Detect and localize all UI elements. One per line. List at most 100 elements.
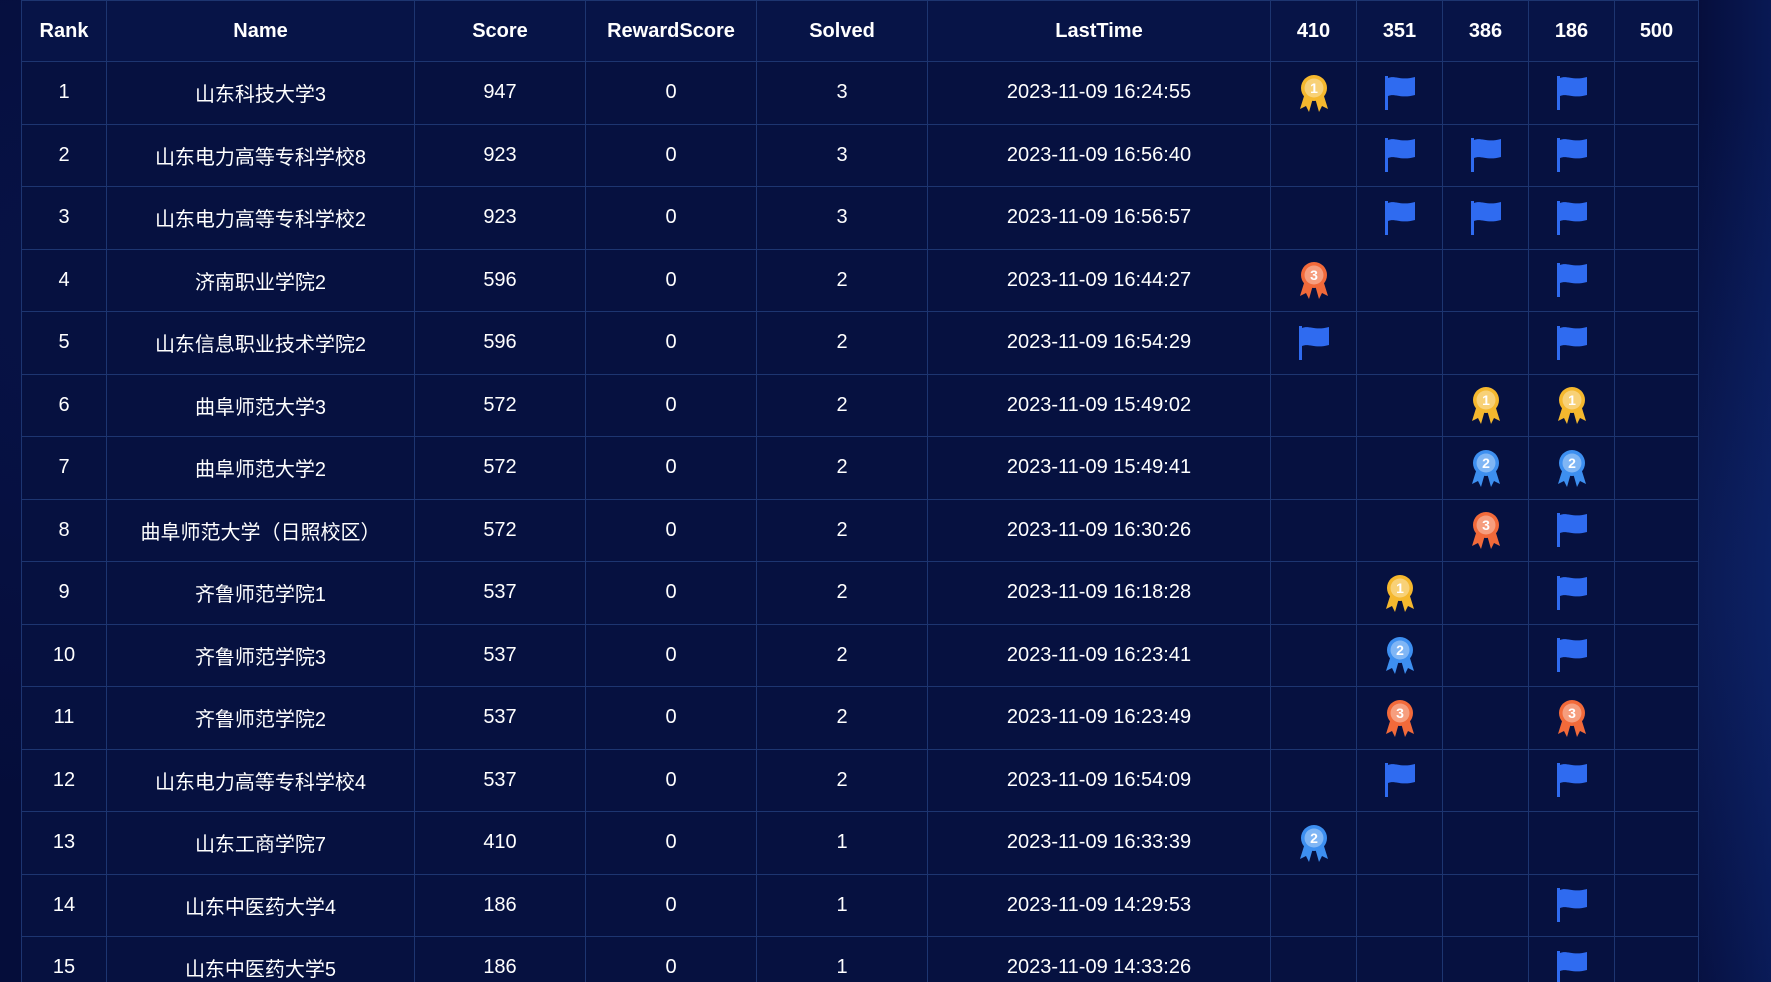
solved-cell: 1 xyxy=(756,873,928,937)
problem-cell-186 xyxy=(1528,748,1615,812)
team-name-cell: 山东电力高等专科学校2 xyxy=(106,186,415,250)
problem-cell-500 xyxy=(1614,811,1699,875)
table-row[interactable]: 14 山东中医药大学4 186 0 1 2023-11-09 14:29:53 xyxy=(21,873,1699,937)
problem-cell-500 xyxy=(1614,561,1699,625)
team-name-cell: 山东中医药大学5 xyxy=(106,936,415,982)
last-time-cell: 2023-11-09 14:33:26 xyxy=(927,936,1271,982)
last-time-cell: 2023-11-09 16:23:41 xyxy=(927,623,1271,687)
table-row[interactable]: 6 曲阜师范大学3 572 0 2 2023-11-09 15:49:02 1 1 xyxy=(21,373,1699,437)
problem-cell-386 xyxy=(1442,748,1529,812)
flag-icon xyxy=(1530,199,1614,237)
table-row[interactable]: 11 齐鲁师范学院2 537 0 2 2023-11-09 16:23:49 3 3 xyxy=(21,686,1699,750)
column-header-problem-410[interactable]: 410 xyxy=(1270,0,1357,62)
flag-icon xyxy=(1358,136,1442,174)
table-row[interactable]: 15 山东中医药大学5 186 0 1 2023-11-09 14:33:26 xyxy=(21,936,1699,982)
column-header-last-time[interactable]: LastTime xyxy=(927,0,1271,62)
column-header-solved[interactable]: Solved xyxy=(756,0,928,62)
flag-icon xyxy=(1530,949,1614,982)
team-name-cell: 济南职业学院2 xyxy=(106,248,415,312)
problem-cell-386: 3 xyxy=(1442,498,1529,562)
column-header-problem-186[interactable]: 186 xyxy=(1528,0,1615,62)
table-row[interactable]: 13 山东工商学院7 410 0 1 2023-11-09 16:33:39 2 xyxy=(21,811,1699,875)
team-name-cell: 山东中医药大学4 xyxy=(106,873,415,937)
table-row[interactable]: 2 山东电力高等专科学校8 923 0 3 2023-11-09 16:56:40 xyxy=(21,123,1699,187)
last-time-cell: 2023-11-09 16:56:40 xyxy=(927,123,1271,187)
last-time-cell: 2023-11-09 16:24:55 xyxy=(927,61,1271,125)
svg-text:2: 2 xyxy=(1396,642,1404,658)
score-cell: 572 xyxy=(414,436,586,500)
problem-cell-500 xyxy=(1614,186,1699,250)
column-header-name[interactable]: Name xyxy=(106,0,415,62)
problem-cell-186: 2 xyxy=(1528,436,1615,500)
problem-cell-500 xyxy=(1614,748,1699,812)
solved-cell: 2 xyxy=(756,311,928,375)
flag-icon xyxy=(1358,761,1442,799)
table-row[interactable]: 1 山东科技大学3 947 0 3 2023-11-09 16:24:55 1 xyxy=(21,61,1699,125)
problem-cell-351 xyxy=(1356,498,1443,562)
table-row[interactable]: 4 济南职业学院2 596 0 2 2023-11-09 16:44:27 3 xyxy=(21,248,1699,312)
score-cell: 410 xyxy=(414,811,586,875)
problem-cell-351 xyxy=(1356,811,1443,875)
table-row[interactable]: 10 齐鲁师范学院3 537 0 2 2023-11-09 16:23:41 2 xyxy=(21,623,1699,687)
reward-score-cell: 0 xyxy=(585,498,757,562)
reward-score-cell: 0 xyxy=(585,248,757,312)
rank-cell: 14 xyxy=(21,873,107,937)
flag-icon xyxy=(1530,761,1614,799)
problem-cell-386 xyxy=(1442,123,1529,187)
problem-cell-186: 3 xyxy=(1528,686,1615,750)
problem-cell-500 xyxy=(1614,623,1699,687)
table-row[interactable]: 7 曲阜师范大学2 572 0 2 2023-11-09 15:49:41 2 2 xyxy=(21,436,1699,500)
rank-cell: 4 xyxy=(21,248,107,312)
problem-cell-351 xyxy=(1356,61,1443,125)
score-cell: 596 xyxy=(414,311,586,375)
problem-cell-410 xyxy=(1270,186,1357,250)
problem-cell-410: 1 xyxy=(1270,61,1357,125)
svg-text:2: 2 xyxy=(1482,455,1490,471)
problem-cell-386 xyxy=(1442,686,1529,750)
problem-cell-351 xyxy=(1356,123,1443,187)
problem-cell-500 xyxy=(1614,61,1699,125)
column-header-problem-351[interactable]: 351 xyxy=(1356,0,1443,62)
last-time-cell: 2023-11-09 16:56:57 xyxy=(927,186,1271,250)
bronze-medal-icon: 3 xyxy=(1444,510,1528,550)
problem-cell-351: 1 xyxy=(1356,561,1443,625)
reward-score-cell: 0 xyxy=(585,123,757,187)
problem-cell-386 xyxy=(1442,811,1529,875)
solved-cell: 2 xyxy=(756,373,928,437)
problem-cell-500 xyxy=(1614,311,1699,375)
problem-cell-186 xyxy=(1528,186,1615,250)
column-header-problem-386[interactable]: 386 xyxy=(1442,0,1529,62)
rank-cell: 1 xyxy=(21,61,107,125)
solved-cell: 3 xyxy=(756,123,928,187)
bronze-medal-icon: 3 xyxy=(1358,698,1442,738)
flag-icon xyxy=(1530,886,1614,924)
solved-cell: 2 xyxy=(756,498,928,562)
problem-cell-410 xyxy=(1270,873,1357,937)
column-header-rank[interactable]: Rank xyxy=(21,0,107,62)
problem-cell-186 xyxy=(1528,623,1615,687)
table-row[interactable]: 3 山东电力高等专科学校2 923 0 3 2023-11-09 16:56:57 xyxy=(21,186,1699,250)
table-row[interactable]: 12 山东电力高等专科学校4 537 0 2 2023-11-09 16:54:09 xyxy=(21,748,1699,812)
team-name-cell: 山东电力高等专科学校8 xyxy=(106,123,415,187)
last-time-cell: 2023-11-09 15:49:41 xyxy=(927,436,1271,500)
table-row[interactable]: 5 山东信息职业技术学院2 596 0 2 2023-11-09 16:54:29 xyxy=(21,311,1699,375)
gold-medal-icon: 1 xyxy=(1530,385,1614,425)
table-row[interactable]: 8 曲阜师范大学（日照校区） 572 0 2 2023-11-09 16:30:26 3 xyxy=(21,498,1699,562)
problem-cell-386 xyxy=(1442,873,1529,937)
problem-cell-186: 1 xyxy=(1528,373,1615,437)
problem-cell-386 xyxy=(1442,936,1529,982)
problem-cell-386: 2 xyxy=(1442,436,1529,500)
problem-cell-186 xyxy=(1528,936,1615,982)
problem-cell-410 xyxy=(1270,373,1357,437)
column-header-problem-500[interactable]: 500 xyxy=(1614,0,1699,62)
flag-icon xyxy=(1444,136,1528,174)
problem-cell-351 xyxy=(1356,748,1443,812)
team-name-cell: 曲阜师范大学（日照校区） xyxy=(106,498,415,562)
table-row[interactable]: 9 齐鲁师范学院1 537 0 2 2023-11-09 16:18:28 1 xyxy=(21,561,1699,625)
problem-cell-386 xyxy=(1442,311,1529,375)
column-header-reward-score[interactable]: RewardScore xyxy=(585,0,757,62)
column-header-score[interactable]: Score xyxy=(414,0,586,62)
svg-text:2: 2 xyxy=(1568,455,1576,471)
problem-cell-386 xyxy=(1442,186,1529,250)
problem-cell-500 xyxy=(1614,436,1699,500)
